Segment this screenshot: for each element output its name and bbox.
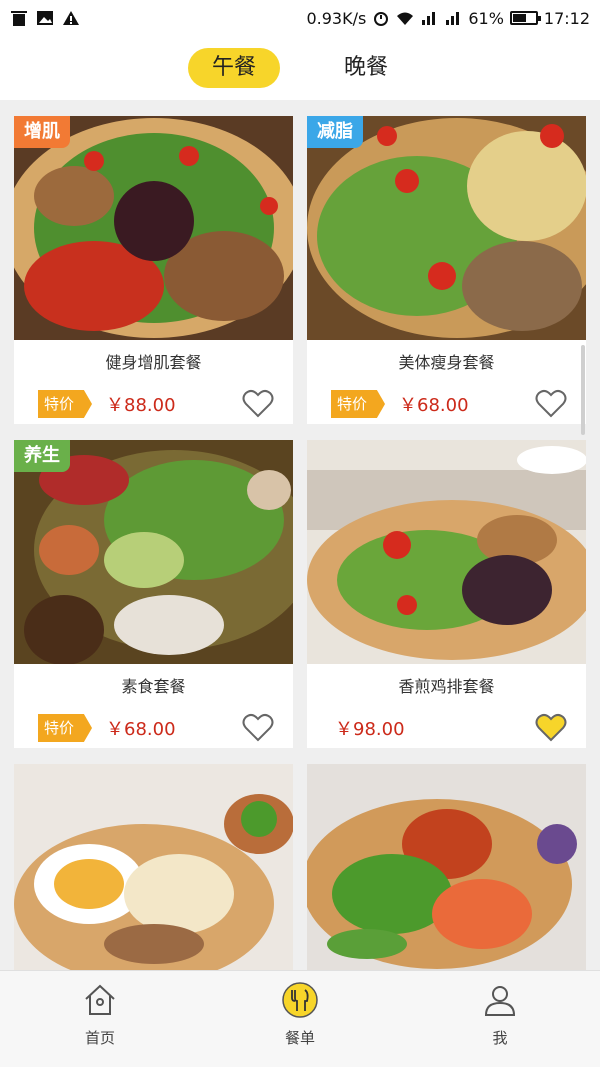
signal-icon-2 [446, 12, 460, 25]
trash-icon [11, 11, 27, 26]
meal-price: ￥88.00 [106, 395, 176, 416]
meal-image [307, 764, 586, 974]
meal-card[interactable]: 香煎鸡排套餐 ￥98.00 [307, 440, 586, 748]
meal-card[interactable]: 养生 素食套餐 特价 ￥68.00 [14, 440, 293, 748]
signal-icon [422, 12, 436, 25]
tab-dinner[interactable]: 晚餐 [320, 48, 412, 88]
meal-price: ￥68.00 [399, 395, 469, 416]
meal-name: 香煎鸡排套餐 [398, 677, 495, 696]
meal-card[interactable]: 减脂 美体瘦身套餐 特价 ￥68.00 [307, 116, 586, 424]
nav-profile[interactable]: 我 [400, 971, 600, 1067]
meal-image: 增肌 [14, 116, 293, 340]
heart-filled-icon[interactable] [534, 712, 568, 744]
nav-menu-label: 餐单 [284, 1029, 315, 1047]
meal-image [14, 764, 293, 974]
meal-image: 减脂 [307, 116, 586, 340]
fork-knife-icon [282, 982, 318, 1018]
nav-home[interactable]: 首页 [0, 971, 200, 1067]
meal-card[interactable]: 增肌 健身增肌套餐 特价 ￥88.00 [14, 116, 293, 424]
status-icons-right: 0.93K/s 61% 17:12 [306, 9, 590, 28]
battery-level [512, 14, 527, 22]
status-bar: 0.93K/s 61% 17:12 [0, 0, 600, 36]
nav-home-label: 首页 [84, 1029, 115, 1047]
card-tag: 减脂 [307, 116, 363, 148]
network-speed: 0.93K/s [306, 8, 367, 28]
meal-tabs: 午餐 晚餐 [0, 36, 600, 100]
status-icons-left [10, 10, 80, 26]
scrollbar[interactable] [581, 345, 585, 435]
alarm-icon [374, 12, 389, 26]
meal-name: 素食套餐 [121, 677, 186, 696]
user-icon [484, 986, 516, 1016]
meal-name: 健身增肌套餐 [105, 353, 202, 372]
meal-card[interactable] [14, 764, 293, 974]
meal-name: 美体瘦身套餐 [398, 353, 495, 372]
nav-menu[interactable]: 餐单 [200, 971, 400, 1067]
meal-image: 养生 [14, 440, 293, 664]
battery-icon [509, 11, 541, 25]
tab-lunch[interactable]: 午餐 [187, 48, 280, 88]
heart-icon[interactable] [241, 388, 275, 420]
meal-image [307, 440, 586, 664]
sale-badge: 特价 [38, 390, 93, 418]
nav-profile-label: 我 [492, 1029, 508, 1047]
wifi-icon [397, 12, 414, 25]
clock: 17:12 [543, 8, 590, 28]
card-tag: 养生 [14, 440, 70, 472]
bottom-nav: 首页 餐单 我 [0, 970, 600, 1067]
meal-card[interactable] [307, 764, 586, 974]
image-icon [37, 11, 53, 25]
home-icon [85, 984, 115, 1015]
meal-price: ￥68.00 [106, 719, 176, 740]
meal-price: ￥98.00 [335, 719, 405, 740]
card-tag: 增肌 [14, 116, 70, 148]
warning-icon [63, 11, 79, 25]
sale-badge: 特价 [38, 714, 93, 742]
sale-badge: 特价 [331, 390, 386, 418]
battery-percent: 61% [468, 8, 504, 28]
meal-grid: 增肌 健身增肌套餐 特价 ￥88.00 减脂 美体瘦身套餐 特价 ￥68.00 … [14, 116, 586, 974]
heart-icon[interactable] [534, 388, 568, 420]
heart-icon[interactable] [241, 712, 275, 744]
